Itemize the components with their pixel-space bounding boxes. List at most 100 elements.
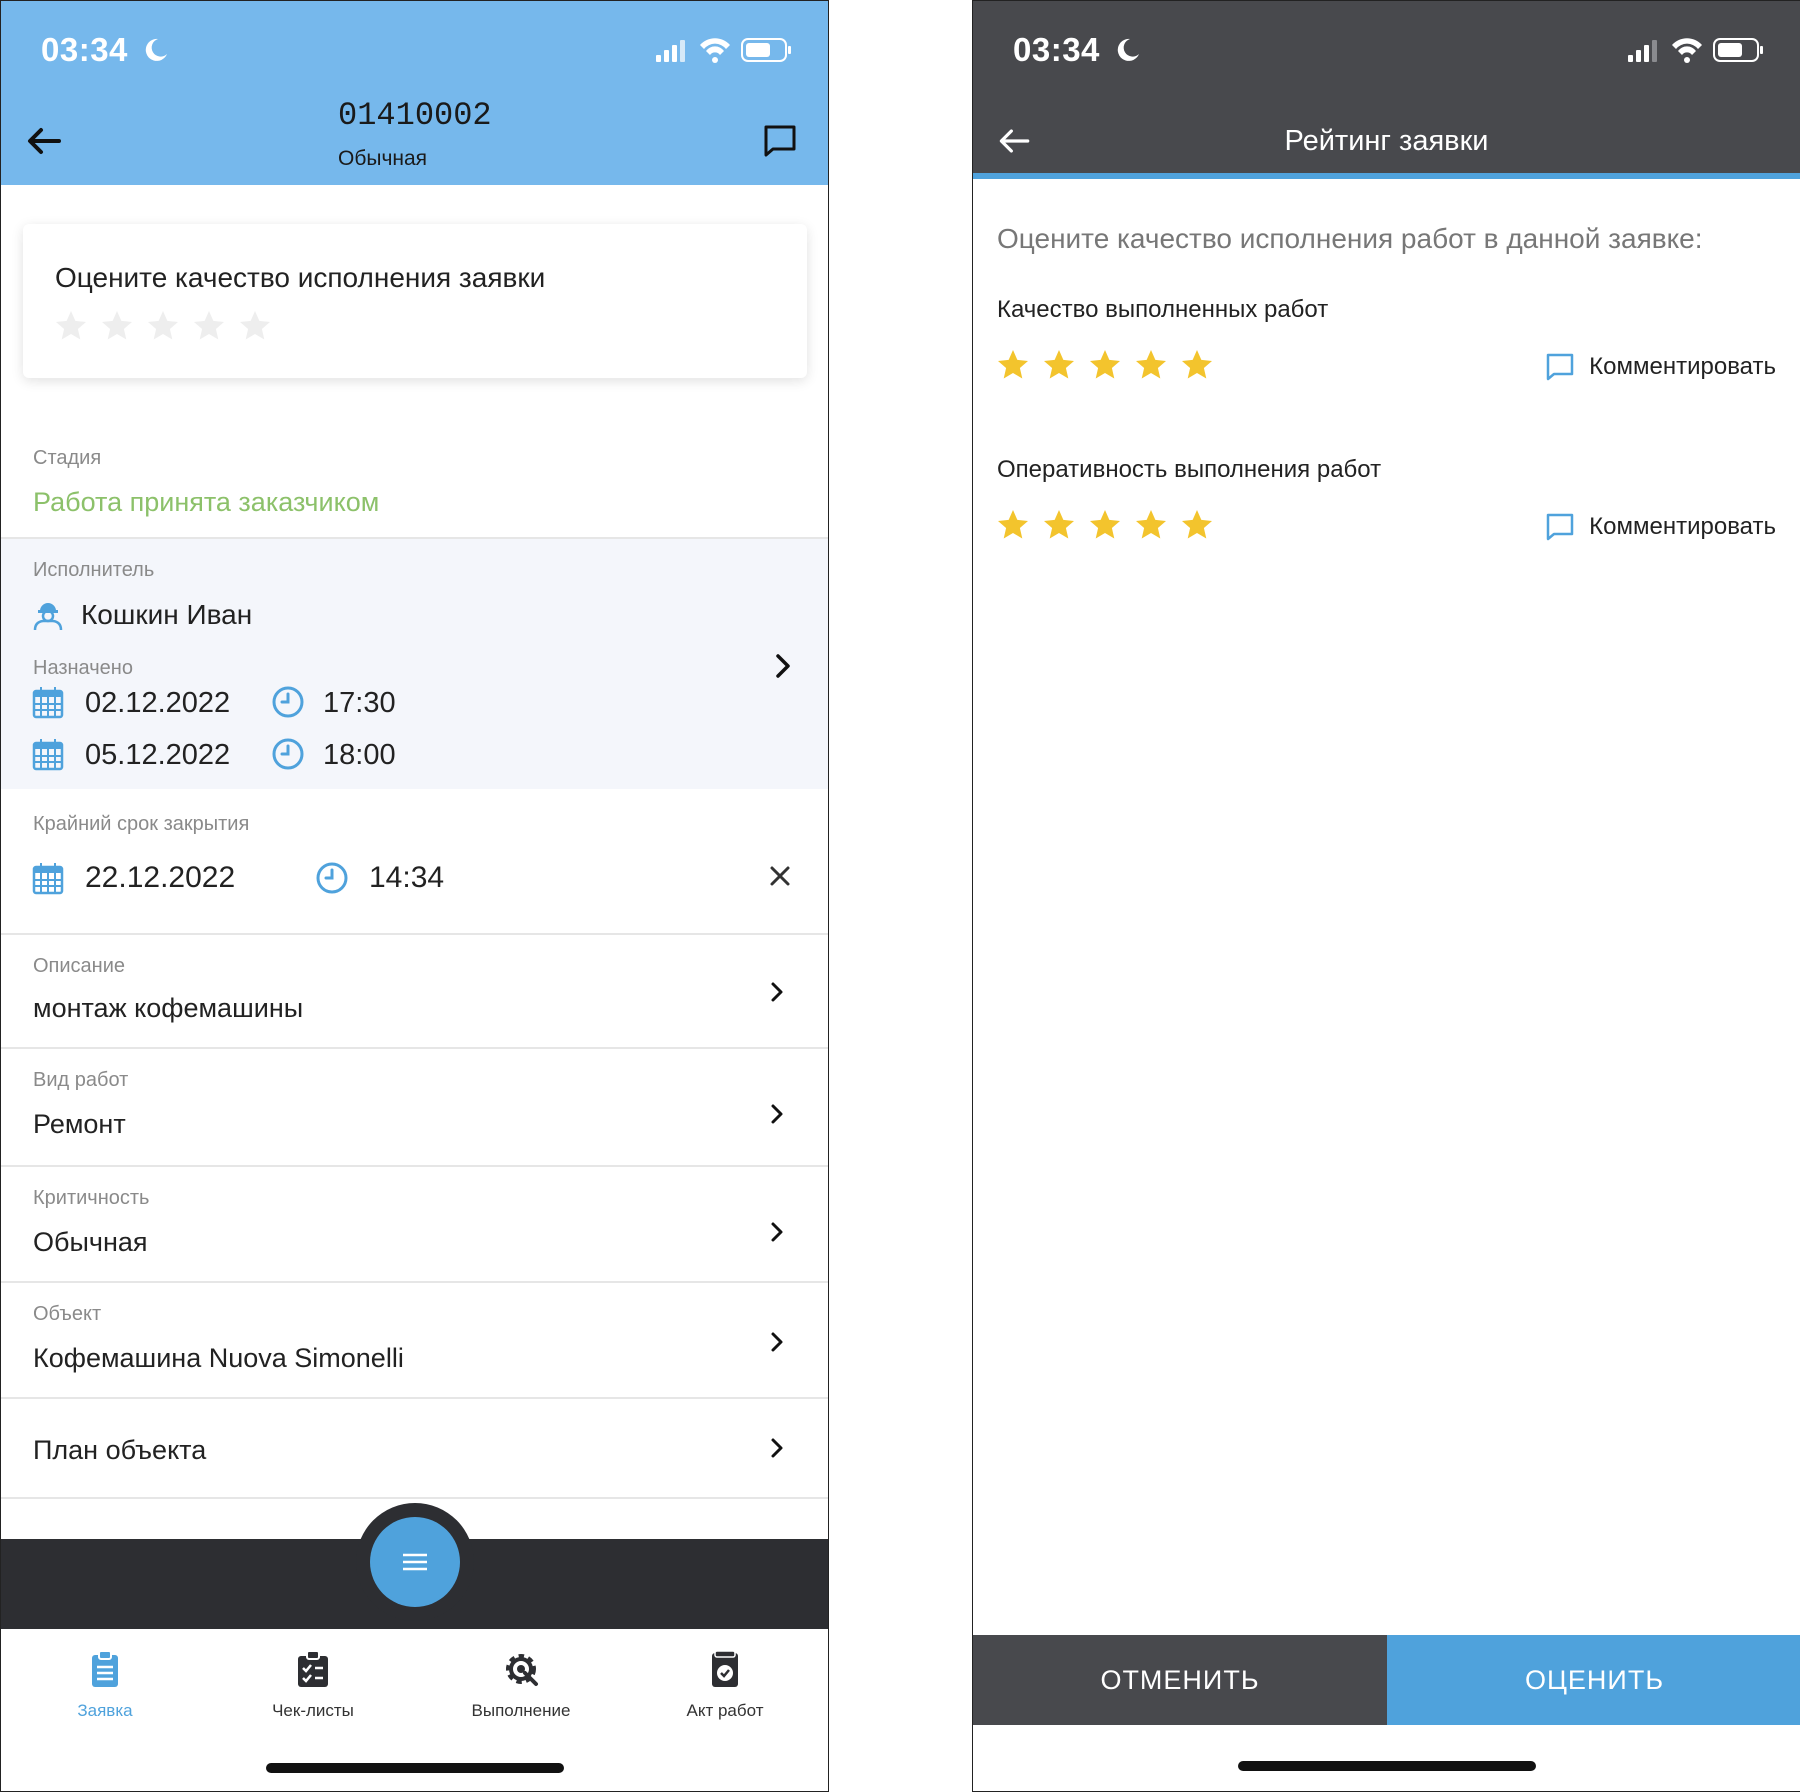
- chevron-right-icon: [771, 982, 783, 1002]
- close-icon[interactable]: [765, 861, 795, 891]
- chevron-right-icon: [771, 1222, 783, 1242]
- tab-bar: Заявка Чек-листы Выполнение Акт работ: [1, 1629, 828, 1791]
- comment-speed-label: Комментировать: [1589, 513, 1776, 540]
- stage-value: Работа принята заказчиком: [33, 487, 380, 517]
- object-value: Кофемашина Nuova Simonelli: [33, 1343, 404, 1373]
- star-icon[interactable]: [99, 308, 135, 344]
- menu-icon: [403, 1553, 427, 1571]
- description-row[interactable]: Описание монтаж кофемашины: [1, 935, 828, 1047]
- chevron-right-icon: [771, 1104, 783, 1124]
- star-icon[interactable]: [145, 308, 181, 344]
- assigned-time-1: 17:30: [323, 687, 396, 719]
- chat-bubble-icon[interactable]: [762, 123, 798, 159]
- comment-speed-button[interactable]: Комментировать: [1545, 507, 1776, 547]
- clipboard-icon: [92, 1650, 118, 1687]
- divider: [1, 1497, 828, 1499]
- status-bar: 03:34: [973, 1, 1800, 96]
- rating-intro: Оцените качество исполнения работ в данн…: [997, 223, 1703, 254]
- assigned-time-2: 18:00: [323, 739, 396, 771]
- rating-stars[interactable]: [53, 308, 273, 348]
- clock-icon: [272, 686, 304, 718]
- criterion-speed-label: Оперативность выполнения работ: [997, 456, 1382, 483]
- criticality-label: Критичность: [33, 1187, 150, 1209]
- chevron-right-icon: [771, 1332, 783, 1352]
- work-type-value: Ремонт: [33, 1109, 126, 1139]
- star-icon[interactable]: [1041, 347, 1077, 383]
- back-arrow-icon[interactable]: [23, 119, 67, 163]
- description-value: монтаж кофемашины: [33, 993, 304, 1023]
- star-icon[interactable]: [237, 308, 273, 344]
- tab-checklists-label: Чек-листы: [272, 1701, 354, 1720]
- page-title: Рейтинг заявки: [1284, 125, 1489, 157]
- deadline-time[interactable]: 14:34: [369, 861, 444, 895]
- star-icon[interactable]: [1041, 507, 1077, 543]
- tab-order-label: Заявка: [77, 1701, 133, 1720]
- work-type-row[interactable]: Вид работ Ремонт: [1, 1049, 828, 1165]
- star-icon[interactable]: [1133, 507, 1169, 543]
- tab-execution[interactable]: Выполнение: [431, 1649, 611, 1721]
- stage-label: Стадия: [33, 447, 102, 469]
- status-time-text: 03:34: [1013, 31, 1100, 68]
- star-icon[interactable]: [1179, 347, 1215, 383]
- submit-rating-button[interactable]: ОЦЕНИТЬ: [1387, 1635, 1800, 1725]
- deadline-label: Крайний срок закрытия: [33, 813, 250, 835]
- tab-work-act-label: Акт работ: [686, 1701, 764, 1720]
- object-plan-row[interactable]: План объекта: [1, 1399, 828, 1497]
- gear-icon: [506, 1654, 538, 1686]
- executor-label: Исполнитель: [33, 559, 155, 581]
- tab-execution-label: Выполнение: [471, 1701, 571, 1720]
- calendar-icon[interactable]: [31, 861, 65, 895]
- home-indicator[interactable]: [265, 1763, 564, 1773]
- assigned-label: Назначено: [33, 657, 133, 679]
- checklist-icon: [298, 1650, 328, 1687]
- star-icon[interactable]: [53, 308, 89, 344]
- work-type-label: Вид работ: [33, 1069, 129, 1091]
- criterion-speed-stars[interactable]: [995, 507, 1215, 551]
- act-document-icon: [712, 1650, 738, 1687]
- rating-header: 03:34 Рейтинг заявки: [973, 1, 1800, 179]
- star-icon[interactable]: [995, 507, 1031, 543]
- cancel-button[interactable]: ОТМЕНИТЬ: [973, 1635, 1387, 1725]
- status-icons: [1628, 38, 1763, 63]
- calendar-icon: [32, 687, 64, 719]
- chevron-right-icon: [771, 1438, 783, 1458]
- criticality-value: Обычная: [33, 1227, 148, 1257]
- deadline-date[interactable]: 22.12.2022: [85, 861, 235, 895]
- tab-work-act[interactable]: Акт работ: [635, 1649, 815, 1721]
- object-plan-label: План объекта: [33, 1435, 207, 1465]
- chevron-right-icon[interactable]: [772, 651, 794, 681]
- moon-icon: [1117, 38, 1139, 61]
- description-label: Описание: [33, 955, 126, 977]
- rating-card[interactable]: Оцените качество исполнения заявки: [23, 224, 807, 378]
- status-icons: [656, 38, 791, 63]
- order-number: 01410002: [338, 97, 492, 134]
- comment-quality-button[interactable]: Комментировать: [1545, 347, 1776, 387]
- menu-fab-button[interactable]: [370, 1517, 460, 1607]
- object-label: Объект: [33, 1303, 102, 1325]
- status-time: 03:34: [41, 31, 170, 69]
- order-screen: 03:34 01410002 Обычная Оцените качество …: [0, 0, 829, 1792]
- status-time-text: 03:34: [41, 31, 128, 68]
- executor-section[interactable]: Исполнитель Кошкин Иван Назначено 02.12.…: [1, 539, 828, 789]
- star-icon[interactable]: [995, 347, 1031, 383]
- star-icon[interactable]: [191, 308, 227, 344]
- star-icon[interactable]: [1087, 347, 1123, 383]
- rating-screen: 03:34 Рейтинг заявки Оцените качество ис…: [972, 0, 1800, 1792]
- home-indicator[interactable]: [1237, 1761, 1536, 1771]
- tab-checklists[interactable]: Чек-листы: [223, 1649, 403, 1721]
- rating-card-title: Оцените качество исполнения заявки: [55, 262, 546, 293]
- comment-icon: [1546, 353, 1574, 381]
- comment-quality-label: Комментировать: [1589, 353, 1776, 380]
- tab-order[interactable]: Заявка: [15, 1649, 195, 1721]
- criterion-quality-stars[interactable]: [995, 347, 1215, 391]
- criticality-row[interactable]: Критичность Обычная: [1, 1167, 828, 1281]
- calendar-icon: [32, 739, 64, 771]
- star-icon[interactable]: [1133, 347, 1169, 383]
- star-icon[interactable]: [1087, 507, 1123, 543]
- clock-icon[interactable]: [315, 861, 349, 895]
- object-row[interactable]: Объект Кофемашина Nuova Simonelli: [1, 1283, 828, 1397]
- order-priority: Обычная: [338, 147, 428, 170]
- order-header: 03:34 01410002 Обычная: [1, 1, 828, 185]
- worker-icon: [33, 603, 63, 631]
- star-icon[interactable]: [1179, 507, 1215, 543]
